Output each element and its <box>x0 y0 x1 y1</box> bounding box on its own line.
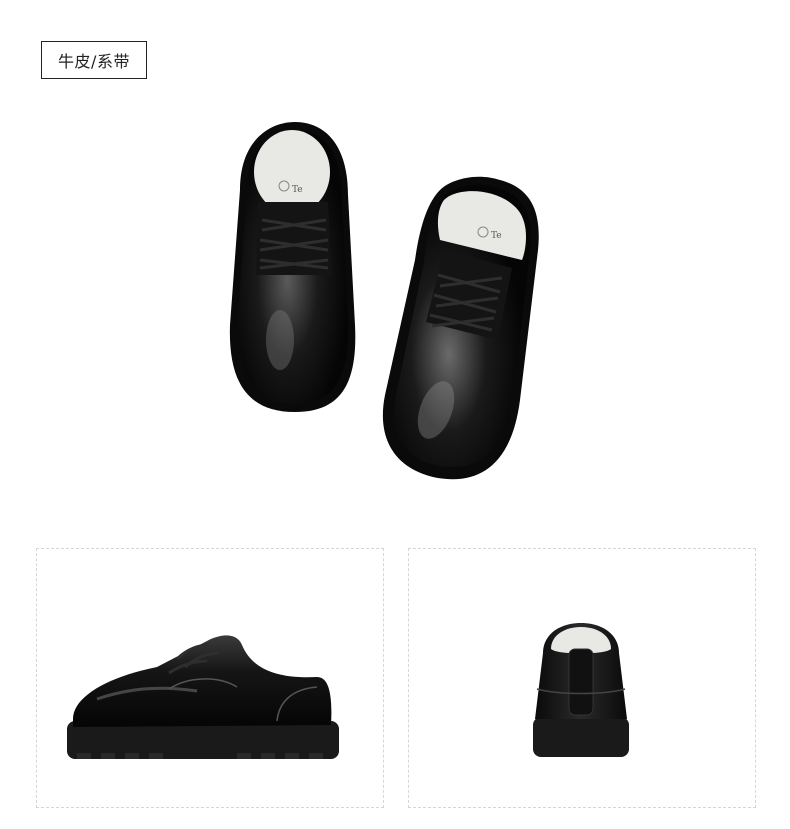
left-insole-brand: Te <box>292 185 303 195</box>
back-shoe-sole <box>533 717 629 757</box>
right-insole-brand: Te <box>491 231 502 241</box>
back-shoe <box>533 623 629 757</box>
left-shoe-lining <box>254 130 330 214</box>
pair-top-view-image: Te Te <box>200 110 580 500</box>
side-view-graphic <box>67 635 339 759</box>
side-shoe <box>67 635 339 759</box>
material-tag: 牛皮/系带 <box>41 41 147 79</box>
material-tag-label: 牛皮/系带 <box>58 52 130 71</box>
right-shoe: Te <box>382 176 539 480</box>
side-view-panel <box>36 548 384 808</box>
pair-top-view-graphic: Te Te <box>229 122 539 480</box>
left-shoe: Te <box>229 122 356 412</box>
back-view-panel <box>408 548 756 808</box>
back-view-graphic <box>533 623 629 757</box>
